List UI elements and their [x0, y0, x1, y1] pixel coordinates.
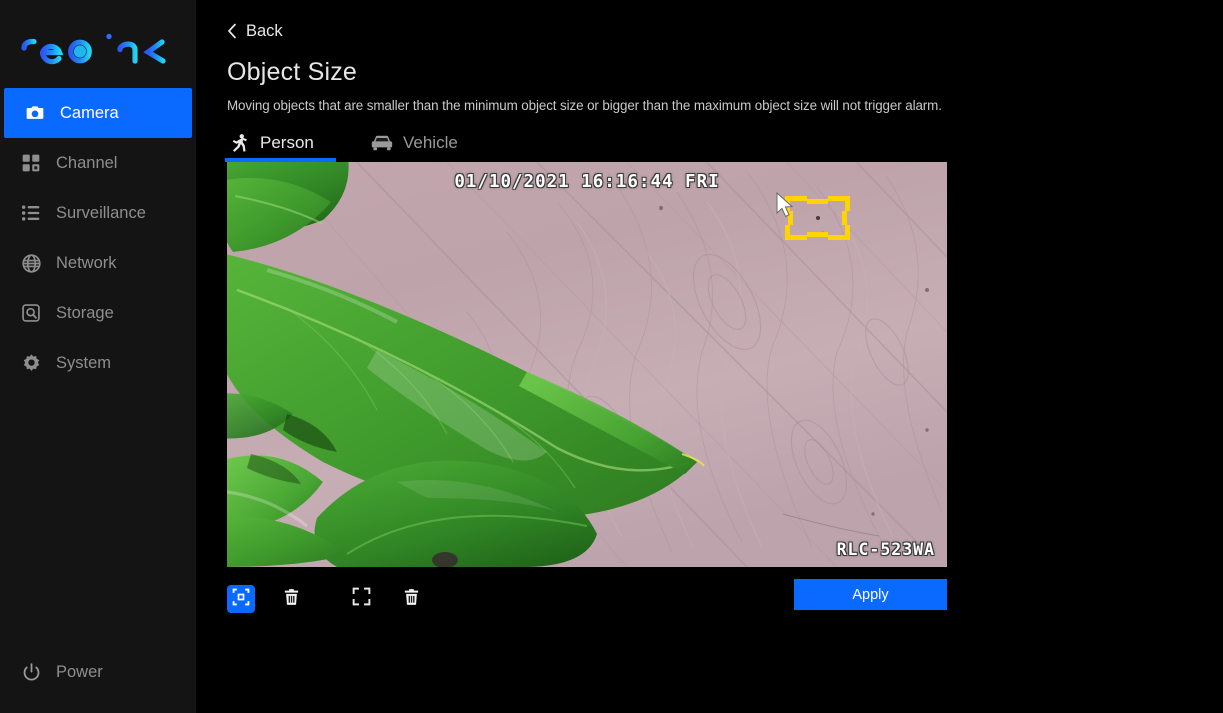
sidebar-item-label: Storage [56, 303, 114, 322]
mouse-cursor-icon [776, 192, 794, 218]
resize-handle-right[interactable] [842, 211, 847, 225]
gear-icon [20, 352, 42, 374]
running-person-icon [227, 132, 251, 154]
tab-label: Person [260, 133, 314, 152]
sidebar-item-label: Surveillance [56, 203, 146, 222]
sidebar-item-power[interactable]: Power [0, 653, 196, 691]
chevron-left-icon [227, 23, 237, 39]
sidebar-item-camera[interactable]: Camera [4, 88, 192, 138]
tab-person[interactable]: Person [225, 128, 336, 162]
sidebar: Camera Channel Surveillance Network Stor… [0, 0, 196, 713]
sidebar-item-network[interactable]: Network [0, 238, 196, 288]
power-icon [20, 661, 42, 683]
back-label: Back [246, 21, 283, 40]
draw-min-box-button[interactable] [227, 585, 255, 613]
selection-center-dot [815, 216, 820, 220]
list-icon [20, 202, 42, 224]
logo-i-dot [106, 33, 112, 40]
tab-bar: Person Vehicle [225, 124, 947, 162]
globe-icon [20, 252, 42, 274]
preview-toolbar: Apply [227, 579, 947, 613]
sidebar-item-label: Network [56, 253, 117, 272]
back-button[interactable]: Back [227, 18, 307, 44]
reolink-logo-icon [21, 30, 166, 65]
tab-label: Vehicle [403, 133, 458, 152]
draw-max-box-button[interactable] [347, 585, 375, 613]
resize-handle-top[interactable] [807, 199, 828, 204]
sidebar-item-storage[interactable]: Storage [0, 288, 196, 338]
trash-icon [402, 587, 421, 612]
sidebar-item-label: Channel [56, 153, 118, 172]
main-content: Back Object Size Moving objects that are… [196, 0, 1223, 713]
camera-preview[interactable]: 01/10/2021 16:16:44 FRI RLC-523WA [227, 162, 947, 567]
clear-min-box-button[interactable] [277, 585, 305, 613]
sidebar-item-channel[interactable]: Channel [0, 138, 196, 188]
hard-drive-icon [20, 302, 42, 324]
clear-max-box-button[interactable] [397, 585, 425, 613]
car-icon [370, 132, 394, 154]
video-camera-model: RLC-523WA [836, 540, 935, 559]
app-root: Camera Channel Surveillance Network Stor… [0, 0, 1223, 713]
sidebar-nav: Camera Channel Surveillance Network Stor… [0, 88, 196, 388]
draw-min-box-icon [231, 587, 251, 612]
sidebar-item-system[interactable]: System [0, 338, 196, 388]
grid-icon [20, 152, 42, 174]
camera-icon [24, 102, 46, 124]
reolink-logo [0, 0, 196, 88]
page-description: Moving objects that are smaller than the… [227, 98, 942, 113]
draw-max-box-icon [351, 586, 372, 612]
sidebar-item-label: Camera [60, 103, 119, 122]
apply-button[interactable]: Apply [794, 579, 947, 610]
logo-lens-dot [73, 45, 87, 58]
sidebar-item-surveillance[interactable]: Surveillance [0, 188, 196, 238]
sidebar-item-label: System [56, 353, 112, 372]
tab-vehicle[interactable]: Vehicle [370, 128, 458, 158]
resize-handle-bottom[interactable] [807, 232, 828, 237]
sidebar-item-label: Power [56, 662, 103, 681]
video-timestamp: 01/10/2021 16:16:44 FRI [454, 172, 720, 192]
page-title: Object Size [227, 58, 358, 86]
trash-icon [282, 587, 301, 612]
